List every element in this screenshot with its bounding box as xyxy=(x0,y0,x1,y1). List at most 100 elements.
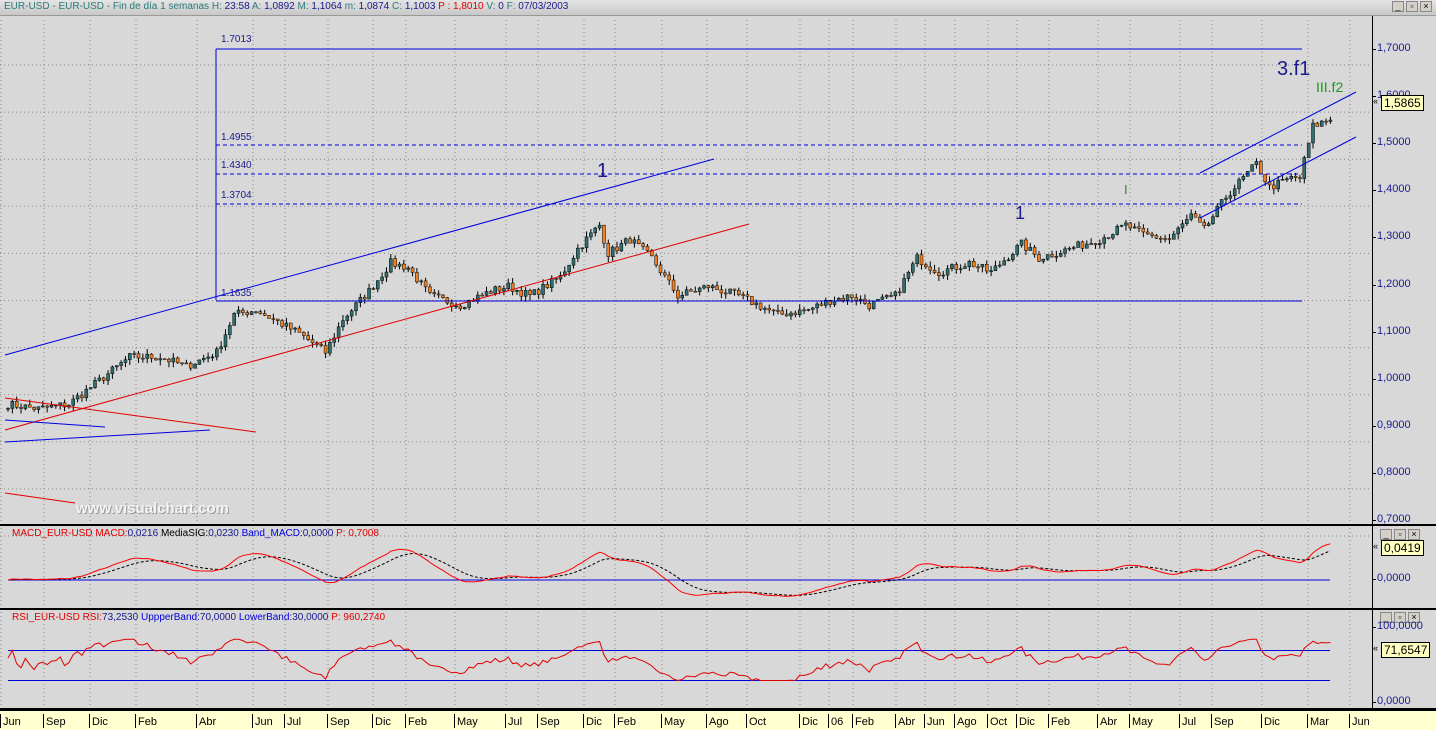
candle-body xyxy=(641,243,645,247)
watermark: www.visualchart.com xyxy=(76,500,229,517)
candle-body xyxy=(880,296,885,300)
candle-body xyxy=(776,309,780,312)
macd-minimize-button[interactable]: _ xyxy=(1380,529,1392,540)
candle-body xyxy=(919,254,924,266)
restore-button[interactable]: ▫ xyxy=(1406,1,1418,12)
candle-body xyxy=(1072,247,1076,249)
candle-body xyxy=(1219,199,1224,207)
candle-body xyxy=(941,274,945,277)
candle-body xyxy=(971,261,976,268)
candle-body xyxy=(928,266,932,271)
minimize-button[interactable]: _ xyxy=(1392,1,1404,12)
candle-body xyxy=(1206,223,1211,226)
candle-body xyxy=(371,288,376,290)
close-button[interactable]: × xyxy=(1420,1,1432,12)
candle-body xyxy=(806,309,811,311)
candle-body xyxy=(358,297,363,303)
candle-body xyxy=(454,305,458,308)
date-label: Jul xyxy=(505,714,522,728)
candle-body xyxy=(145,353,149,359)
candle-body xyxy=(354,302,358,312)
candle-body xyxy=(384,271,389,278)
candle-body xyxy=(141,357,145,360)
candle-body xyxy=(1015,245,1019,255)
candle-body xyxy=(1011,254,1015,261)
date-label: Sep xyxy=(1211,714,1234,728)
candle-body xyxy=(58,402,62,406)
candle-body xyxy=(754,302,758,305)
candle-body xyxy=(937,272,941,277)
candle-body xyxy=(415,272,419,283)
candle-body xyxy=(97,377,102,381)
chart-canvas[interactable] xyxy=(0,0,1372,710)
candle-body xyxy=(88,387,93,390)
candle-body xyxy=(267,315,271,319)
date-axis[interactable]: Jun Sep Dic Feb Abr Jun Jul Sep Dic Feb May Jul Sep D… xyxy=(0,710,1436,730)
rsi-axis-zero: 0,0000 xyxy=(1372,695,1411,707)
candle-body xyxy=(1263,173,1267,183)
candle-body xyxy=(158,358,162,361)
macd-restore-button[interactable]: ▫ xyxy=(1394,529,1406,540)
candle-body xyxy=(710,285,715,289)
candle-body xyxy=(23,404,28,409)
candle-body xyxy=(1306,142,1311,158)
candle-body xyxy=(706,285,711,289)
candle-body xyxy=(432,292,437,295)
candle-body xyxy=(1124,222,1128,226)
candle-body xyxy=(1076,241,1080,248)
candle-body xyxy=(93,380,97,388)
candle-body xyxy=(184,362,189,365)
candle-body xyxy=(645,246,650,251)
candle-body xyxy=(167,358,171,363)
candle-body xyxy=(123,359,128,363)
candle-body xyxy=(536,289,541,295)
candle-body xyxy=(998,264,1002,267)
candle-body xyxy=(1167,238,1172,240)
candle-body xyxy=(1280,179,1285,181)
candle-body xyxy=(193,364,197,369)
candle-body xyxy=(1102,237,1106,244)
candle-body xyxy=(758,302,763,310)
candle-body xyxy=(32,406,36,410)
candle-body xyxy=(1085,243,1089,249)
macd-line xyxy=(7,543,1331,597)
candle-body xyxy=(476,294,480,302)
price-axis[interactable]: 1,5865 1,70001,60001,50001,40001,30001,2… xyxy=(1372,16,1436,526)
candle-body xyxy=(1050,254,1054,258)
candle-body xyxy=(1154,235,1159,239)
candle-body xyxy=(763,308,767,310)
candle-body xyxy=(441,294,445,298)
candle-body xyxy=(319,344,323,346)
candle-body xyxy=(119,362,123,366)
candle-body xyxy=(210,356,215,359)
candle-body xyxy=(593,227,597,234)
candle-body xyxy=(697,287,702,292)
candle-body xyxy=(1232,188,1237,196)
candle-body xyxy=(423,280,428,288)
candle-body xyxy=(1298,177,1302,179)
candle-body xyxy=(841,298,845,301)
candle-body xyxy=(284,322,289,327)
candle-body xyxy=(1111,234,1115,239)
candle-body xyxy=(832,301,837,305)
candle-body xyxy=(14,400,19,408)
date-label: May xyxy=(1129,714,1153,728)
candle-body xyxy=(1180,223,1185,229)
date-label: May xyxy=(661,714,685,728)
candle-body xyxy=(597,224,602,229)
macd-close-button[interactable]: × xyxy=(1408,529,1420,540)
wave-label: 1 xyxy=(1015,203,1026,223)
date-label: Ago xyxy=(954,714,977,728)
candle-body xyxy=(1276,179,1280,190)
candle-body xyxy=(545,284,550,288)
macd-axis-zero: 0,0000 xyxy=(1372,572,1411,584)
candle-body xyxy=(1211,216,1215,225)
candle-body xyxy=(850,294,854,298)
candle-body xyxy=(889,295,893,297)
candle-body xyxy=(658,264,663,274)
rsi-axis[interactable]: 100,0000 0,0000 71,6547 xyxy=(1372,610,1436,710)
candle-body xyxy=(10,400,15,409)
candle-body xyxy=(262,313,267,316)
candle-body xyxy=(219,346,223,350)
date-label: Jul xyxy=(284,714,301,728)
